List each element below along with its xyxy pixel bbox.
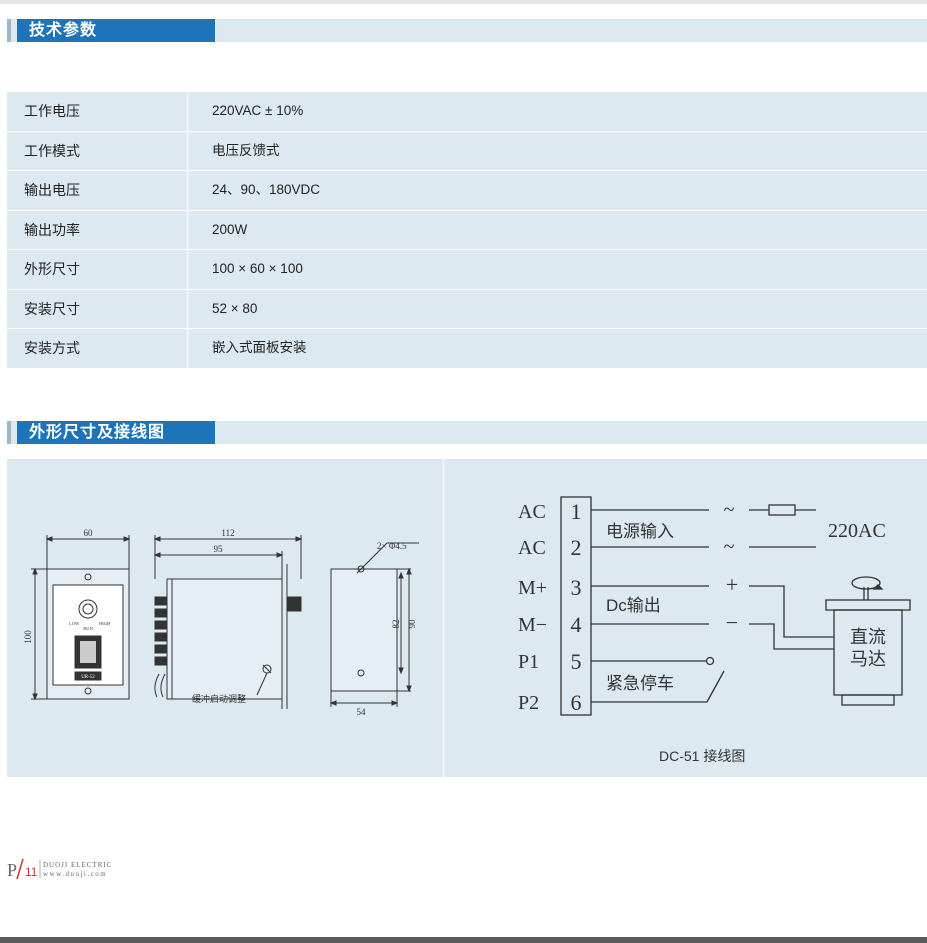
- spec-row: 安装尺寸 52 × 80: [7, 289, 927, 329]
- section-title: 技术参数: [7, 19, 215, 42]
- dim-hole: 2× Φ4.5: [377, 541, 407, 551]
- motor-label-1: 直流: [850, 627, 886, 647]
- terminal-name: M−: [518, 614, 547, 636]
- spec-key: 安装方式: [7, 329, 188, 368]
- front-view: 60 100 LOW HIGH RUN UR-52: [23, 528, 131, 701]
- spec-value: 52 × 80: [212, 300, 258, 316]
- knob-high-label: HIGH: [99, 621, 111, 626]
- spec-value: 嵌入式面板安装: [212, 340, 307, 355]
- knob-low-label: LOW: [69, 621, 80, 626]
- ac-value: 220AC: [828, 520, 886, 542]
- spec-table: 工作电压 220VAC ± 10% 工作模式 电压反馈式 输出电压 24、90、180…: [7, 92, 927, 369]
- spec-row: 输出功率 200W: [7, 210, 927, 250]
- page-number: 11: [25, 865, 38, 879]
- diagram-area: 60 100 LOW HIGH RUN UR-52 112 95 缓冲启动调整 …: [7, 459, 927, 777]
- terminal-name: P1: [518, 651, 539, 673]
- minus-sign: −: [726, 610, 738, 635]
- power-input-label: 电源输入: [606, 522, 674, 541]
- spec-row: 工作电压 220VAC ± 10%: [7, 92, 927, 132]
- spec-key: 工作电压: [7, 92, 188, 131]
- dim-rear-h2: 90: [407, 619, 417, 629]
- dc-output-label: Dc输出: [606, 596, 661, 615]
- plus-sign: +: [726, 572, 738, 597]
- bottom-rule: [0, 937, 927, 943]
- fuse-icon: [768, 504, 796, 516]
- motor-label-2: 马达: [850, 649, 886, 669]
- spec-value: 电压反馈式: [212, 142, 280, 158]
- spec-key: 工作模式: [7, 131, 188, 170]
- dim-side-body: 95: [214, 544, 224, 554]
- terminal-number: 2: [571, 535, 582, 560]
- spec-row: 外形尺寸 100 × 60 × 100: [7, 250, 927, 290]
- spec-value: 100 × 60 × 100: [212, 261, 303, 276]
- section-header-diagrams: 外形尺寸及接线图: [7, 421, 927, 444]
- brand-url: www.duoji.com: [43, 870, 107, 878]
- terminal-name: M+: [518, 577, 547, 599]
- spec-value: 220VAC ± 10%: [212, 103, 304, 118]
- brand-name: DUOJI ELECTRIC: [43, 861, 112, 869]
- spec-value: 200W: [212, 221, 248, 237]
- knob-run-label: RUN: [83, 626, 93, 631]
- terminal-name: P2: [518, 692, 539, 714]
- dim-front-height: 100: [23, 630, 33, 644]
- spec-key: 输出功率: [7, 210, 188, 249]
- terminal-number: 1: [571, 499, 582, 524]
- switch-label: UR-52: [81, 675, 95, 680]
- rear-view: 2× Φ4.5 82 90 54: [329, 541, 419, 717]
- dim-note: 缓冲启动调整: [192, 693, 246, 704]
- dim-rear-width: 54: [357, 707, 367, 717]
- dim-side-total: 112: [221, 528, 234, 538]
- terminal-name: AC: [518, 501, 546, 523]
- page-prefix: P: [7, 860, 17, 880]
- terminal-number: 5: [571, 649, 582, 674]
- estop-label: 紧急停车: [606, 674, 674, 693]
- dim-rear-h1: 82: [391, 620, 401, 629]
- top-rule: [0, 0, 927, 4]
- dim-front-width: 60: [84, 528, 94, 538]
- spec-row: 输出电压 24、90、180VDC: [7, 171, 927, 211]
- spec-key: 安装尺寸: [7, 289, 188, 328]
- spec-value: 24、90、180VDC: [212, 182, 321, 197]
- terminal-number: 4: [571, 612, 582, 637]
- spec-row: 工作模式 电压反馈式: [7, 131, 927, 171]
- ac-tilde: ~: [724, 536, 735, 558]
- side-view: 112 95 缓冲启动调整: [153, 528, 303, 709]
- wiring-caption: DC-51 接线图: [659, 748, 745, 764]
- wiring-diagram: AC AC M+ M− P1 P2 1 2 3 4 5 6 ~ ~ 电源输入 2…: [518, 496, 911, 764]
- section-title: 外形尺寸及接线图: [7, 421, 215, 444]
- spec-key: 外形尺寸: [7, 250, 188, 289]
- spec-key: 输出电压: [7, 171, 188, 210]
- motor-icon: 直流 马达: [825, 576, 911, 706]
- dimension-drawing: 60 100 LOW HIGH RUN UR-52 112 95 缓冲启动调整 …: [23, 528, 419, 717]
- ac-tilde: ~: [724, 499, 735, 521]
- terminal-block: AC AC M+ M− P1 P2 1 2 3 4 5 6: [518, 496, 592, 716]
- spec-row: 安装方式 嵌入式面板安装: [7, 329, 927, 369]
- terminal-number: 6: [571, 690, 582, 715]
- terminal-number: 3: [571, 575, 582, 600]
- terminal-name: AC: [518, 537, 546, 559]
- section-header-specs: 技术参数: [7, 19, 927, 42]
- page-number-logo: P 11 DUOJI ELECTRIC www.duoji.com: [7, 858, 112, 880]
